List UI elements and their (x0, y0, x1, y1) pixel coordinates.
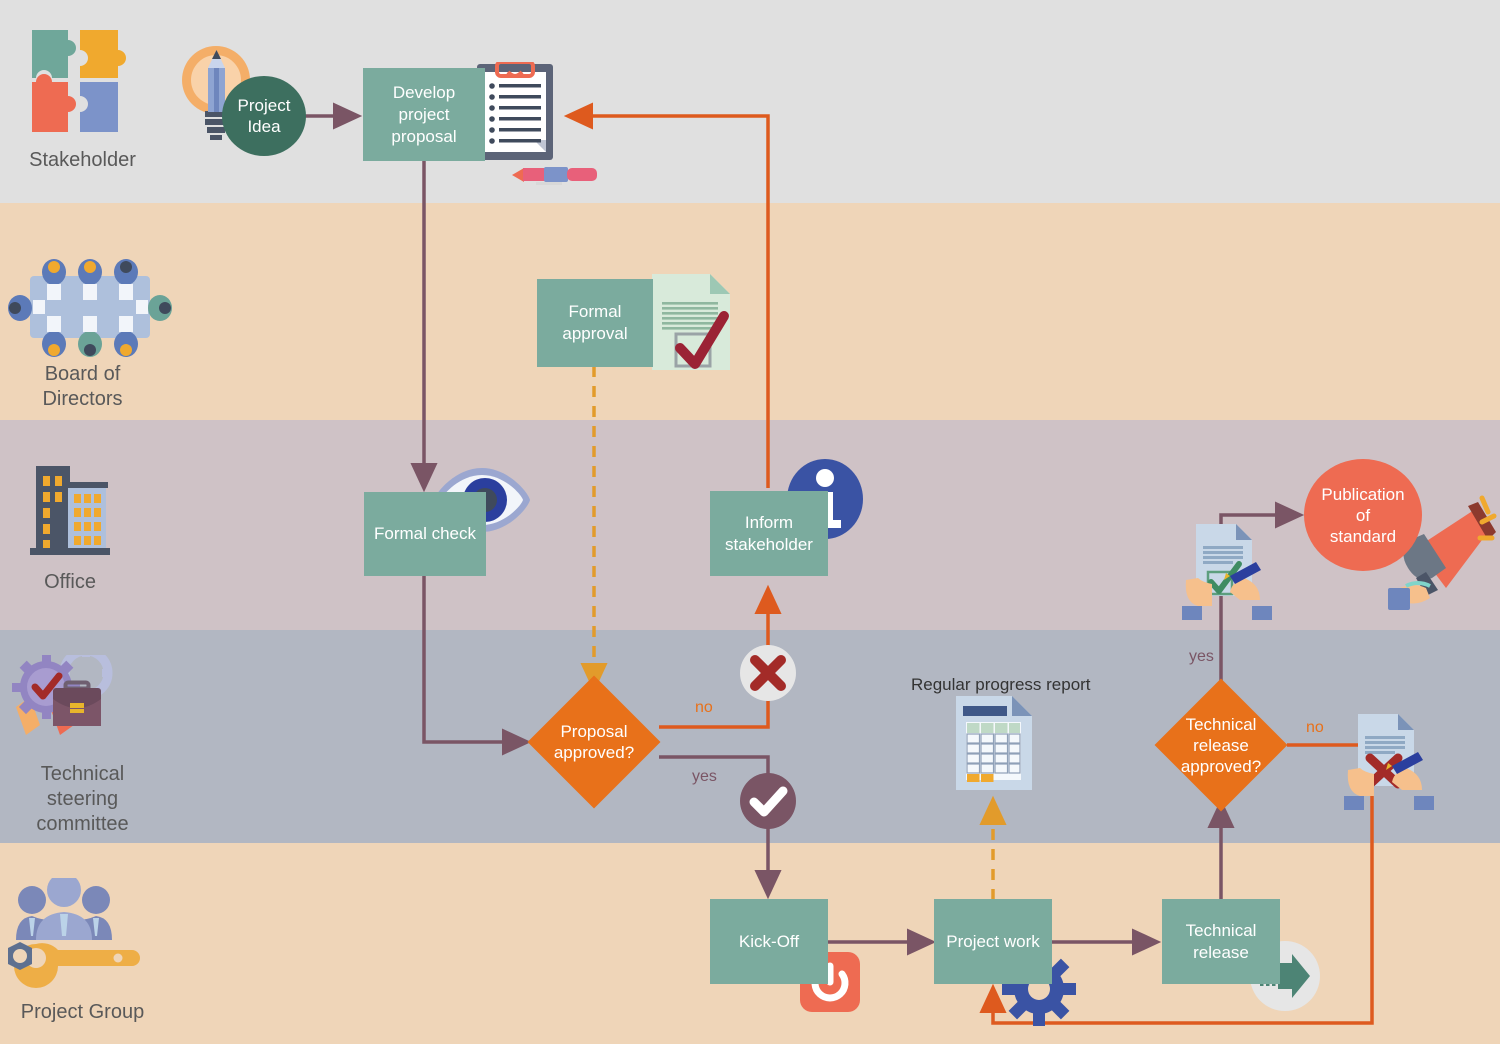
node-project-work[interactable]: Project work (934, 899, 1052, 984)
approved-document-icon (652, 274, 730, 370)
hands-signing-approved-icon (1182, 524, 1272, 620)
award-briefcase-icon (12, 655, 113, 735)
node-proposal-approved-label: Proposal approved? (553, 722, 635, 762)
edge-label-release-no: no (1306, 719, 1324, 736)
swimlane-diagram-canvas: up to Inform stakeholder --> down to Kic… (0, 0, 1500, 1044)
node-formal-approval-label: Formal approval (562, 302, 628, 343)
edge-label-release-yes: yes (1189, 648, 1214, 665)
progress-report-document-icon (956, 696, 1032, 790)
node-develop-project-proposal-label: Develop project proposal (391, 82, 457, 146)
node-inform-stakeholder-label: Inform stakeholder (725, 512, 813, 554)
node-publication-of-standard-label: Publication of standard (1321, 484, 1405, 546)
node-project-work-label: Project work (946, 931, 1040, 951)
edge-label-proposal-yes: yes (692, 768, 717, 785)
puzzle-pieces-icon (32, 30, 126, 132)
node-project-idea[interactable]: Project Idea (222, 76, 306, 156)
lane-label-technical-steering-committee: Technical steering committee (36, 763, 129, 835)
node-formal-check[interactable]: Formal check (364, 492, 486, 576)
office-building-icon (30, 466, 110, 555)
lane-label-board-of-directors: Board of Directors (42, 363, 123, 410)
node-inform-stakeholder[interactable]: Inform stakeholder (710, 491, 828, 576)
node-formal-check-label: Formal check (373, 524, 477, 543)
lane-label-office: Office (44, 571, 96, 593)
annotation-regular-progress-report: Regular progress report (911, 675, 1091, 694)
node-proposal-approved[interactable]: Proposal approved? (527, 675, 661, 809)
node-technical-release[interactable]: Technical release (1162, 899, 1280, 984)
check-circle-icon (740, 773, 796, 829)
node-project-idea-label: Project Idea (237, 96, 291, 136)
lane-label-stakeholder: Stakeholder (29, 149, 136, 171)
node-develop-project-proposal[interactable]: Develop project proposal (363, 68, 485, 161)
edge-label-proposal-no: no (695, 699, 713, 716)
node-technical-release-approved[interactable]: Technical release approved? (1154, 678, 1288, 812)
lane-board-of-directors (0, 203, 1500, 420)
clipboard-checklist-icon (477, 62, 553, 160)
people-wrench-icon (8, 878, 140, 988)
boardroom-table-icon (8, 259, 172, 357)
pen-icon (512, 167, 597, 185)
node-formal-approval[interactable]: Formal approval (537, 279, 653, 367)
node-kick-off-label: Kick-Off (738, 931, 800, 951)
node-kick-off[interactable]: Kick-Off (710, 899, 828, 984)
node-technical-release-label: Technical release (1185, 920, 1257, 962)
node-publication-of-standard[interactable]: Publication of standard (1304, 459, 1422, 571)
lane-label-project-group: Project Group (20, 1001, 145, 1023)
x-mark-circle-icon (740, 645, 796, 701)
hands-signing-rejected-icon (1344, 714, 1434, 810)
node-technical-release-approved-label: Technical release approved? (1180, 714, 1262, 776)
